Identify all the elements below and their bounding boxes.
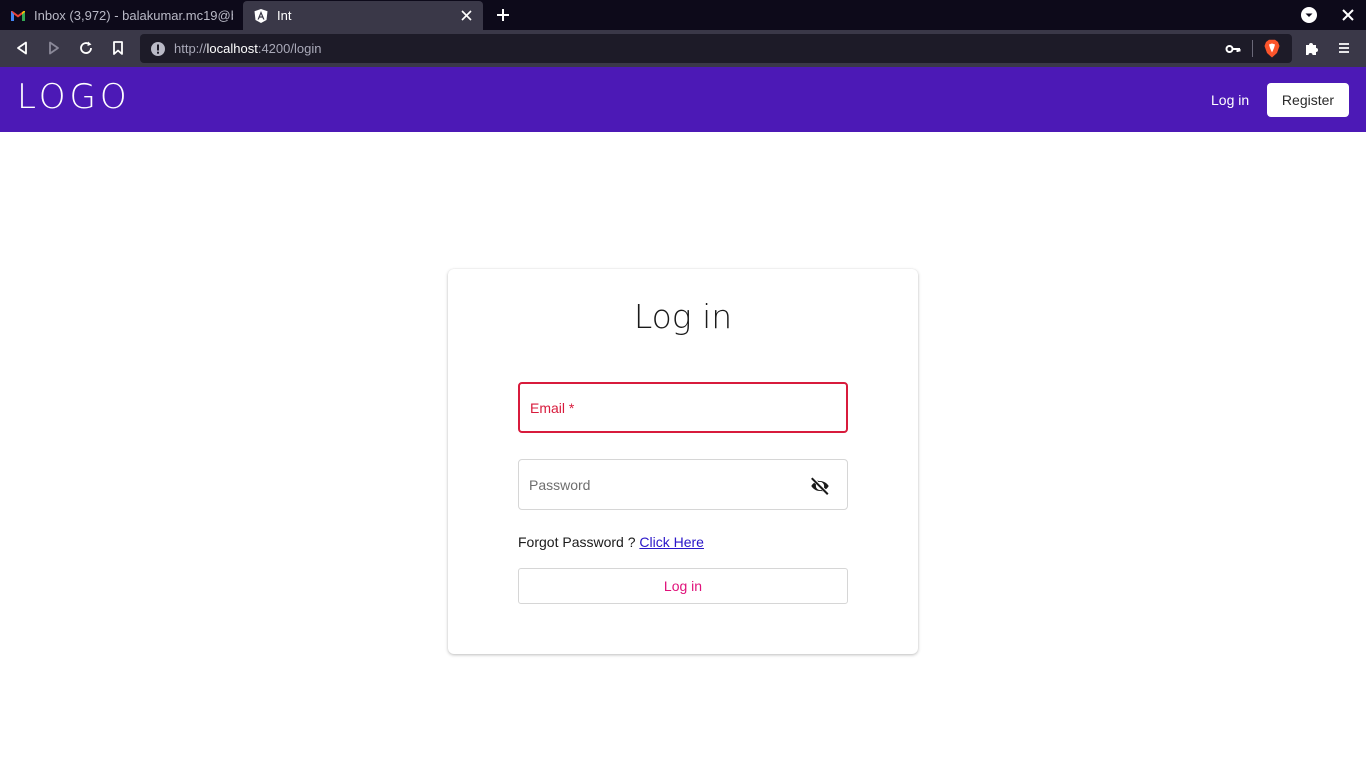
forward-icon[interactable] [45,39,63,57]
url-path: :4200/login [257,41,322,56]
page-title: Log in [633,297,733,336]
header-register-button[interactable]: Register [1267,83,1349,117]
email-label: Email * [530,399,575,416]
password-label: Password [529,476,591,493]
omnibox-separator [1252,40,1253,57]
site-info-icon[interactable] [150,41,166,57]
tab-search-icon[interactable] [1300,6,1318,24]
browser-tab-bar: Inbox (3,972) - balakumar.mc19@b Int [0,0,1366,30]
extensions-icon[interactable] [1303,39,1321,57]
forgot-password-link[interactable]: Click Here [639,534,704,550]
url-scheme: http:// [174,41,207,56]
password-field[interactable]: Password [518,459,848,510]
app-header: LOGO Log in Register [0,67,1366,132]
back-icon[interactable] [13,39,31,57]
brave-shields-icon[interactable] [1264,39,1280,58]
angular-icon [254,8,268,23]
browser-tab-gmail[interactable]: Inbox (3,972) - balakumar.mc19@b [0,1,243,30]
visibility-off-icon[interactable] [809,475,831,497]
app-logo[interactable]: LOGO [17,77,131,117]
browser-toolbar: http://localhost:4200/login [0,30,1366,67]
tab-title: Int [277,8,292,23]
address-bar[interactable]: http://localhost:4200/login [140,34,1292,63]
browser-tab-active[interactable]: Int [243,1,483,30]
header-login-link[interactable]: Log in [1198,83,1262,117]
key-icon[interactable] [1225,41,1241,57]
login-submit-button[interactable]: Log in [518,568,848,604]
new-tab-icon[interactable] [494,6,512,24]
forgot-password-row: Forgot Password ? Click Here [518,534,704,550]
gmail-icon [11,10,25,21]
tab-title: Inbox (3,972) - balakumar.mc19@b [34,8,233,23]
reload-icon[interactable] [77,39,95,57]
url-text: http://localhost:4200/login [174,41,321,56]
close-tab-icon[interactable] [459,9,473,23]
menu-icon[interactable] [1335,39,1353,57]
email-field[interactable]: Email * [518,382,848,433]
bookmark-icon[interactable] [109,39,127,57]
forgot-password-text: Forgot Password ? [518,534,636,550]
login-card: Log in Email * Password Forgot Password … [448,269,918,654]
url-host: localhost [206,41,258,56]
close-window-icon[interactable] [1339,6,1357,24]
